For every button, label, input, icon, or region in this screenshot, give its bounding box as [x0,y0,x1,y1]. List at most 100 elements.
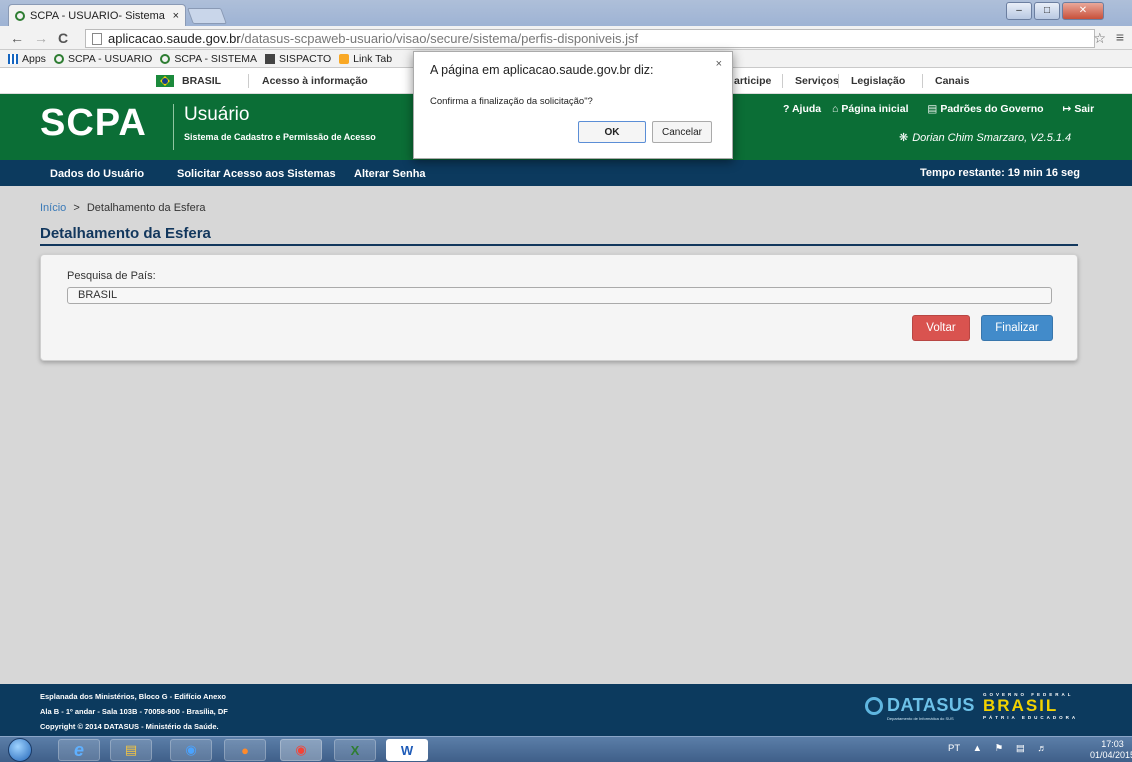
flag-icon[interactable]: ⚑ [995,743,1004,754]
site-favicon-icon [15,10,25,21]
user-info[interactable]: ❋ Dorian Chim Smarzaro, V2.5.1.4 [899,131,1071,144]
logout-link[interactable]: ↦ Sair [1063,103,1103,115]
reload-icon[interactable]: C [58,30,68,46]
main-nav: Dados do Usuário Solicitar Acesso aos Si… [0,160,1132,186]
sispacto-icon [265,53,276,64]
window-close-icon[interactable]: ✕ [1062,2,1104,20]
divider [248,74,249,88]
maximize-icon[interactable]: □ [1034,2,1060,20]
language-indicator[interactable]: PT [948,743,960,754]
gov-acesso-link[interactable]: Acesso à informação [262,75,368,87]
breadcrumb-separator: > [73,202,80,214]
document-icon: ▤ [927,103,938,115]
system-tray: PT ▲ ⚑ ▤ ♬ [948,743,1047,754]
bookmark-scpa-sistema[interactable]: SCPA - SISTEMA [160,53,257,65]
gov-canais-link[interactable]: Canais [935,75,969,87]
app-subtitle: Sistema de Cadastro e Permissão de Acess… [184,132,376,142]
gov-federal-logo: GOVERNO FEDERAL BRASIL PÁTRIA EDUCADORA [983,692,1078,720]
breadcrumb: Início > Detalhamento da Esfera [40,202,206,214]
datasus-logo[interactable]: DATASUS Departamento de Informática do S… [865,695,975,721]
home-icon: ⌂ [832,103,839,115]
divider [782,74,783,88]
site-footer: Esplanada dos Ministérios, Bloco G - Edi… [0,684,1132,736]
windows-taskbar: e ▤ ◉ ● ◉ X W PT ▲ ⚑ ▤ ♬ 17:03 01/04/201… [0,736,1132,762]
bookmark-apps[interactable]: Apps [8,53,46,65]
address-path: /datasus-scpaweb-usuario/visao/secure/si… [240,31,639,46]
footer-address-line2: Ala B - 1º andar - Sala 103B - 70058-900… [40,707,228,716]
logout-icon: ↦ [1062,103,1072,115]
browser-tab-strip: SCPA - USUARIO- Sistema × – □ ✕ [0,0,1132,26]
session-timer: Tempo restante: 19 min 16 seg [920,167,1080,179]
scpa-icon [53,53,64,64]
dialog-message: Confirma a finalização da solicitação"? [430,96,593,107]
tab-close-icon[interactable]: × [173,10,179,22]
logo-divider [173,104,174,150]
standards-link[interactable]: ▤ Padrões do Governo [927,103,1051,115]
volume-icon[interactable]: ♬ [1037,743,1047,754]
firefox-taskbar-icon[interactable]: ● [224,739,266,761]
help-link[interactable]: ? Ajuda [783,103,821,115]
datasus-wordmark: DATASUS [887,695,975,715]
nav-alterar-senha[interactable]: Alterar Senha [354,168,426,180]
dialog-cancel-button[interactable]: Cancelar [652,121,712,143]
tray-arrow-icon[interactable]: ▲ [973,743,982,754]
tab-title: SCPA - USUARIO- Sistema [30,9,165,22]
scpa-icon [160,53,171,64]
datasus-tagline: Departamento de Informática do SUS [887,716,954,721]
gear-icon: ❋ [899,132,909,144]
browser-menu-icon[interactable]: ≡ [1116,29,1124,45]
country-field[interactable]: BRASIL [67,287,1052,304]
browser-tab[interactable]: SCPA - USUARIO- Sistema × [8,4,186,26]
gov-servicos-link[interactable]: Serviços [795,75,839,87]
title-divider [40,244,1078,246]
clock[interactable]: 17:03 01/04/2015 [1090,739,1132,761]
app-title: Usuário [184,104,250,125]
apps-icon [8,53,18,64]
brazil-flag-icon [156,75,174,87]
browser-toolbar: ← → C aplicacao.saude.gov.br/datasus-scp… [0,26,1132,50]
chrome-taskbar-icon[interactable]: ◉ [280,739,322,761]
forward-icon[interactable]: → [34,30,48,46]
dialog-title: A página em aplicacao.saude.gov.br diz: [430,63,654,77]
breadcrumb-current: Detalhamento da Esfera [86,202,206,214]
link-icon [339,53,350,64]
network-icon[interactable]: ▤ [1016,743,1025,754]
bookmark-scpa-usuario[interactable]: SCPA - USUARIO [53,53,152,65]
dialog-close-icon[interactable]: × [716,58,722,70]
back-button[interactable]: Voltar [912,315,970,341]
minimize-icon[interactable]: – [1006,2,1032,20]
nav-dados-usuario[interactable]: Dados do Usuário [50,168,144,180]
explorer-taskbar-icon[interactable]: ▤ [110,739,152,761]
footer-copyright: Copyright © 2014 DATASUS - Ministério da… [40,722,219,731]
home-link[interactable]: ⌂ Página inicial [832,103,916,115]
scpa-logo[interactable]: SCPA [40,102,147,145]
dialog-ok-button[interactable]: OK [578,121,646,143]
address-bar[interactable]: aplicacao.saude.gov.br/datasus-scpaweb-u… [85,29,1095,48]
bookmark-star-icon[interactable]: ☆ [1093,30,1106,47]
gov-participe-link[interactable]: articipe [734,75,771,87]
back-icon[interactable]: ← [10,30,24,46]
nav-solicitar-acesso[interactable]: Solicitar Acesso aos Sistemas [177,168,336,180]
patria-educadora-text: PÁTRIA EDUCADORA [983,715,1079,720]
page-icon [92,32,102,45]
datasus-icon [865,696,883,715]
address-host: aplicacao.saude.gov.br [108,31,241,46]
country-field-label: Pesquisa de País: [67,270,156,282]
bookmark-link-tab[interactable]: Link Tab [339,53,392,65]
window-controls: – □ ✕ [1004,2,1104,20]
gov-legislacao-link[interactable]: Legislação [851,75,905,87]
clock-date: 01/04/2015 [1090,750,1132,760]
breadcrumb-home-link[interactable]: Início [40,202,66,214]
new-tab-button[interactable] [187,8,227,24]
divider [838,74,839,88]
finish-button[interactable]: Finalizar [981,315,1053,341]
page-title: Detalhamento da Esfera [40,225,211,242]
ie-taskbar-icon[interactable]: e [58,739,100,761]
start-button[interactable] [8,738,32,762]
bookmark-sispacto[interactable]: SISPACTO [265,53,331,65]
brasil-wordmark: BRASIL [983,696,1059,715]
excel-taskbar-icon[interactable]: X [334,739,376,761]
outlook-taskbar-icon[interactable]: ◉ [170,739,212,761]
gov-brasil-link[interactable]: BRASIL [182,75,221,87]
word-taskbar-icon[interactable]: W [386,739,428,761]
